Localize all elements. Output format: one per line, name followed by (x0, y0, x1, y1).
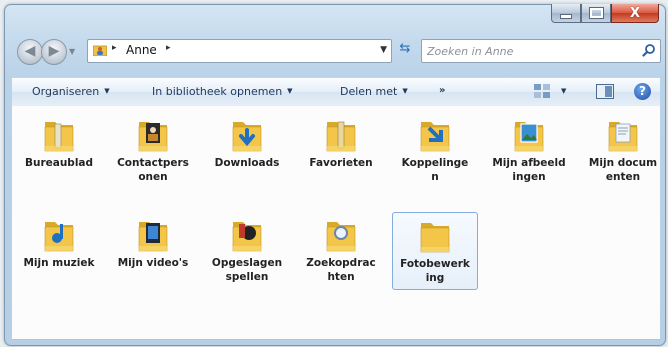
folder-item[interactable]: Mijn afbeeldingen (486, 112, 572, 184)
folder-item[interactable]: Contactpersonen (110, 112, 196, 184)
folder-item[interactable]: Mijn documenten (580, 112, 666, 184)
folder-label: Fotobewerking (400, 258, 470, 284)
address-bar[interactable]: ▸ Anne ▸ ▼ (87, 39, 392, 63)
folder-item[interactable]: Bureaublad (16, 112, 102, 170)
documents-folder-icon (608, 122, 638, 152)
breadcrumb-separator[interactable]: ▸ (166, 43, 171, 53)
back-arrow-icon: ◀ (24, 43, 36, 59)
close-icon: X (629, 5, 641, 21)
close-button[interactable]: X (611, 4, 659, 23)
breadcrumb-separator[interactable]: ▸ (112, 43, 117, 53)
folder-item[interactable]: Opgeslagen spellen (204, 212, 290, 284)
recent-pages-dropdown[interactable]: ▼ (69, 47, 75, 56)
include-in-library-menu[interactable]: In bibliotheek opnemen ▼ (152, 85, 293, 98)
maximize-button[interactable] (581, 4, 611, 23)
view-options-chevron-icon[interactable]: ▼ (561, 87, 566, 95)
folder-label: Koppelingen (401, 157, 469, 183)
folder-label: Mijn video's (117, 257, 189, 269)
minimize-button[interactable] (551, 4, 581, 23)
organize-menu[interactable]: Organiseren ▼ (32, 85, 110, 98)
explorer-window: X ◀ ▶ ▼ ▸ Anne ▸ ▼ ⇆ Zoeken in Anne Orga… (4, 4, 666, 346)
forward-button[interactable]: ▶ (41, 39, 67, 65)
refresh-icon: ⇆ (399, 41, 411, 56)
breadcrumb-anne[interactable]: Anne (126, 43, 157, 57)
folder-label: Downloads (214, 157, 280, 169)
folder-label: Bureaublad (24, 157, 94, 169)
help-icon[interactable]: ? (634, 83, 651, 100)
refresh-button[interactable]: ⇆ (395, 41, 415, 59)
change-view-icon[interactable] (534, 84, 550, 98)
organize-label: Organiseren (32, 85, 100, 98)
minimize-icon (560, 13, 572, 19)
folder-item[interactable]: Mijn muziek (16, 212, 102, 270)
folder-label: Opgeslagen spellen (211, 257, 283, 283)
preview-pane-icon[interactable] (596, 84, 614, 99)
chevron-down-icon: ▼ (104, 87, 110, 95)
links-folder-icon (420, 122, 450, 152)
contacts-folder-icon (138, 122, 168, 152)
folder-label: Mijn muziek (23, 257, 95, 269)
folder-item[interactable]: Mijn video's (110, 212, 196, 270)
folder-label: Mijn afbeeldingen (492, 157, 566, 183)
search-box[interactable] (421, 39, 661, 63)
search-icon[interactable] (642, 43, 656, 57)
desktop-folder-icon (44, 122, 74, 152)
share-with-menu[interactable]: Delen met ▼ (340, 85, 408, 98)
pictures-folder-icon (514, 122, 544, 152)
folder-label: Contactpersonen (117, 157, 189, 183)
address-dropdown-icon[interactable]: ▼ (380, 45, 387, 55)
maximize-icon (588, 7, 604, 19)
file-list: Bureaublad Contactpersonen Downloads Favori… (12, 106, 660, 340)
caption-buttons: X (551, 4, 659, 23)
folder-icon (420, 223, 450, 253)
music-folder-icon (44, 222, 74, 252)
forward-arrow-icon: ▶ (48, 43, 60, 59)
downloads-folder-icon (232, 122, 262, 152)
user-folder-icon (93, 45, 107, 56)
folder-label: Zoekopdrachten (306, 257, 376, 283)
share-with-label: Delen met (340, 85, 398, 98)
videos-folder-icon (138, 222, 168, 252)
folder-item[interactable]: Zoekopdrachten (298, 212, 384, 284)
saved-games-folder-icon (232, 222, 262, 252)
command-bar: Organiseren ▼ In bibliotheek opnemen ▼ Del… (12, 77, 660, 107)
back-button[interactable]: ◀ (17, 39, 43, 65)
folder-label: Mijn documenten (588, 157, 658, 183)
folder-item[interactable]: Koppelingen (392, 112, 478, 184)
favorites-folder-icon (326, 121, 356, 152)
folder-item[interactable]: Downloads (204, 112, 290, 170)
folder-item[interactable]: Favorieten (298, 112, 384, 170)
folder-label: Favorieten (309, 157, 373, 169)
searches-folder-icon (326, 222, 356, 252)
include-in-library-label: In bibliotheek opnemen (152, 85, 283, 98)
navigation-bar: ◀ ▶ ▼ ▸ Anne ▸ ▼ ⇆ (11, 39, 661, 67)
more-commands-button[interactable]: » (439, 85, 445, 96)
chevron-down-icon: ▼ (402, 87, 408, 95)
folder-item[interactable]: Fotobewerking (392, 212, 478, 290)
search-input[interactable] (425, 42, 635, 60)
chevron-down-icon: ▼ (287, 87, 293, 95)
